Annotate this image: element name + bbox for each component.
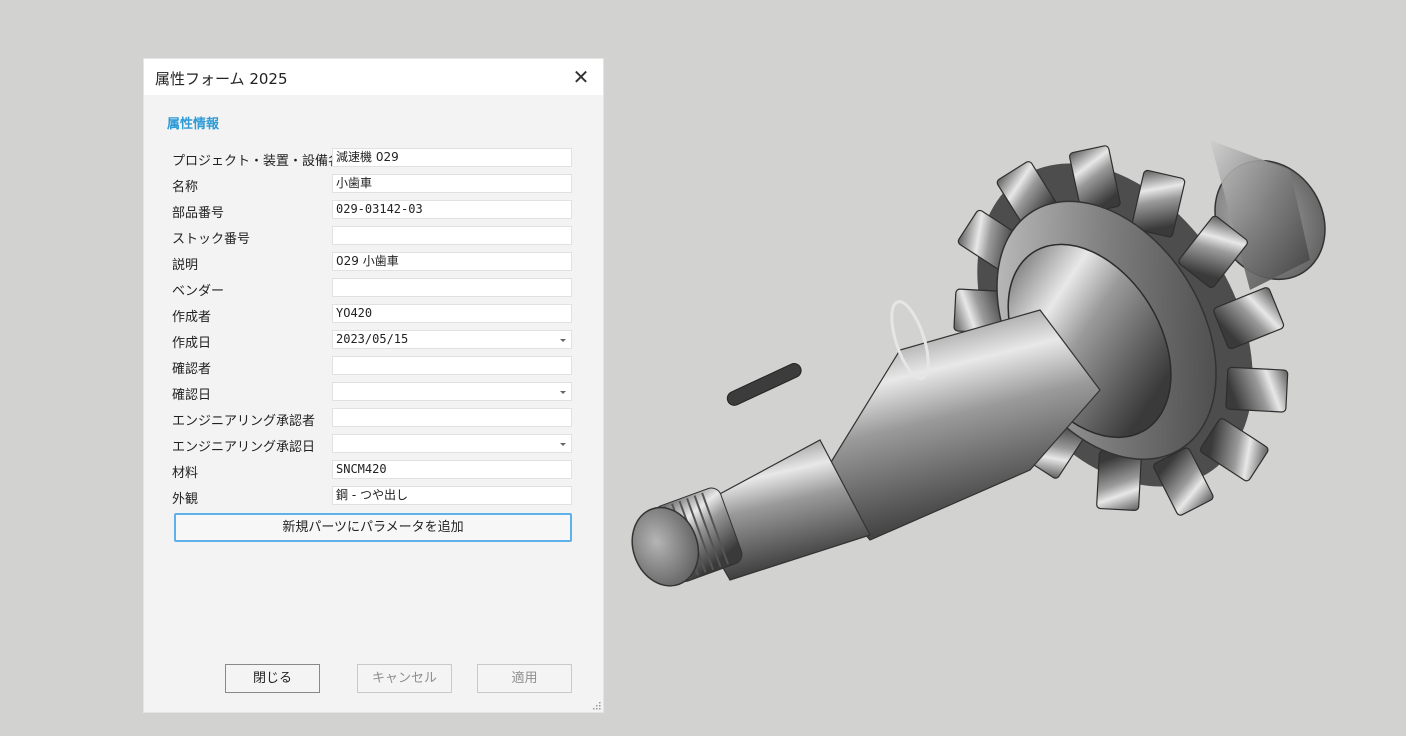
form-row: 名称 小歯車 xyxy=(172,174,574,195)
date-dropdown[interactable] xyxy=(332,434,572,453)
form-row: 作成者 YO420 xyxy=(172,304,574,325)
chevron-down-icon[interactable] xyxy=(560,443,566,446)
field-value: 鋼 - つや出し xyxy=(336,488,408,502)
field-value: SNCM420 xyxy=(336,462,387,476)
field-label: 材料 xyxy=(172,466,199,481)
form-row: 説明 029 小歯車 xyxy=(172,252,574,273)
attribute-form-dialog: 属性フォーム 2025 ✕ 属性情報 プロジェクト・装置・設備名 減速機 029 名… xyxy=(144,59,603,712)
form-row: 外観 鋼 - つや出し xyxy=(172,486,574,507)
text-field[interactable]: SNCM420 xyxy=(332,460,572,479)
field-label: 説明 xyxy=(172,258,199,273)
text-field[interactable] xyxy=(332,278,572,297)
text-field[interactable]: 029-03142-03 xyxy=(332,200,572,219)
field-label: ベンダー xyxy=(172,284,225,299)
chevron-down-icon[interactable] xyxy=(560,391,566,394)
field-label: 作成者 xyxy=(172,310,212,325)
text-field[interactable]: 減速機 029 xyxy=(332,148,572,167)
chevron-down-icon[interactable] xyxy=(560,339,566,342)
field-value: 029-03142-03 xyxy=(336,202,423,216)
close-icon[interactable]: ✕ xyxy=(567,63,595,91)
form-row: 確認日 xyxy=(172,382,574,403)
field-label: 確認日 xyxy=(172,388,212,403)
dialog-titlebar[interactable]: 属性フォーム 2025 ✕ xyxy=(144,59,603,95)
add-param-button[interactable]: 新規パーツにパラメータを追加 xyxy=(174,513,572,542)
text-field[interactable]: 029 小歯車 xyxy=(332,252,572,271)
apply-button[interactable]: 適用 xyxy=(477,664,572,693)
field-value: 小歯車 xyxy=(336,176,373,190)
field-label: 外観 xyxy=(172,492,199,507)
form-row: ベンダー xyxy=(172,278,574,299)
close-button[interactable]: 閉じる xyxy=(225,664,320,693)
text-field[interactable] xyxy=(332,226,572,245)
field-label: エンジニアリング承認者 xyxy=(172,414,316,429)
field-label: プロジェクト・装置・設備名 xyxy=(172,154,342,169)
field-value: YO420 xyxy=(336,306,373,320)
field-label: エンジニアリング承認日 xyxy=(172,440,316,455)
date-dropdown[interactable] xyxy=(332,382,572,401)
form-row: 作成日 2023/05/15 xyxy=(172,330,574,351)
text-field[interactable]: 小歯車 xyxy=(332,174,572,193)
text-field[interactable]: YO420 xyxy=(332,304,572,323)
field-label: 確認者 xyxy=(172,362,212,377)
form-row: プロジェクト・装置・設備名 減速機 029 xyxy=(172,148,574,169)
text-field[interactable]: 鋼 - つや出し xyxy=(332,486,572,505)
form-row: ストック番号 xyxy=(172,226,574,247)
dialog-title: 属性フォーム 2025 xyxy=(155,70,288,88)
field-label: 作成日 xyxy=(172,336,212,351)
field-label: ストック番号 xyxy=(172,232,251,247)
resize-grip-icon[interactable] xyxy=(591,700,601,710)
section-title: 属性情報 xyxy=(167,117,220,132)
form-row: エンジニアリング承認日 xyxy=(172,434,574,455)
text-field[interactable] xyxy=(332,408,572,427)
form-row: エンジニアリング承認者 xyxy=(172,408,574,429)
text-field[interactable] xyxy=(332,356,572,375)
field-label: 部品番号 xyxy=(172,206,225,221)
field-value: 2023/05/15 xyxy=(336,332,409,346)
gear-shaft-model[interactable] xyxy=(610,90,1350,610)
field-value: 減速機 029 xyxy=(336,150,399,164)
cancel-button[interactable]: キャンセル xyxy=(357,664,452,693)
date-dropdown[interactable]: 2023/05/15 xyxy=(332,330,572,349)
form-row: 材料 SNCM420 xyxy=(172,460,574,481)
form-row: 確認者 xyxy=(172,356,574,377)
field-value: 029 小歯車 xyxy=(336,254,399,268)
form-row: 部品番号 029-03142-03 xyxy=(172,200,574,221)
field-label: 名称 xyxy=(172,180,199,195)
